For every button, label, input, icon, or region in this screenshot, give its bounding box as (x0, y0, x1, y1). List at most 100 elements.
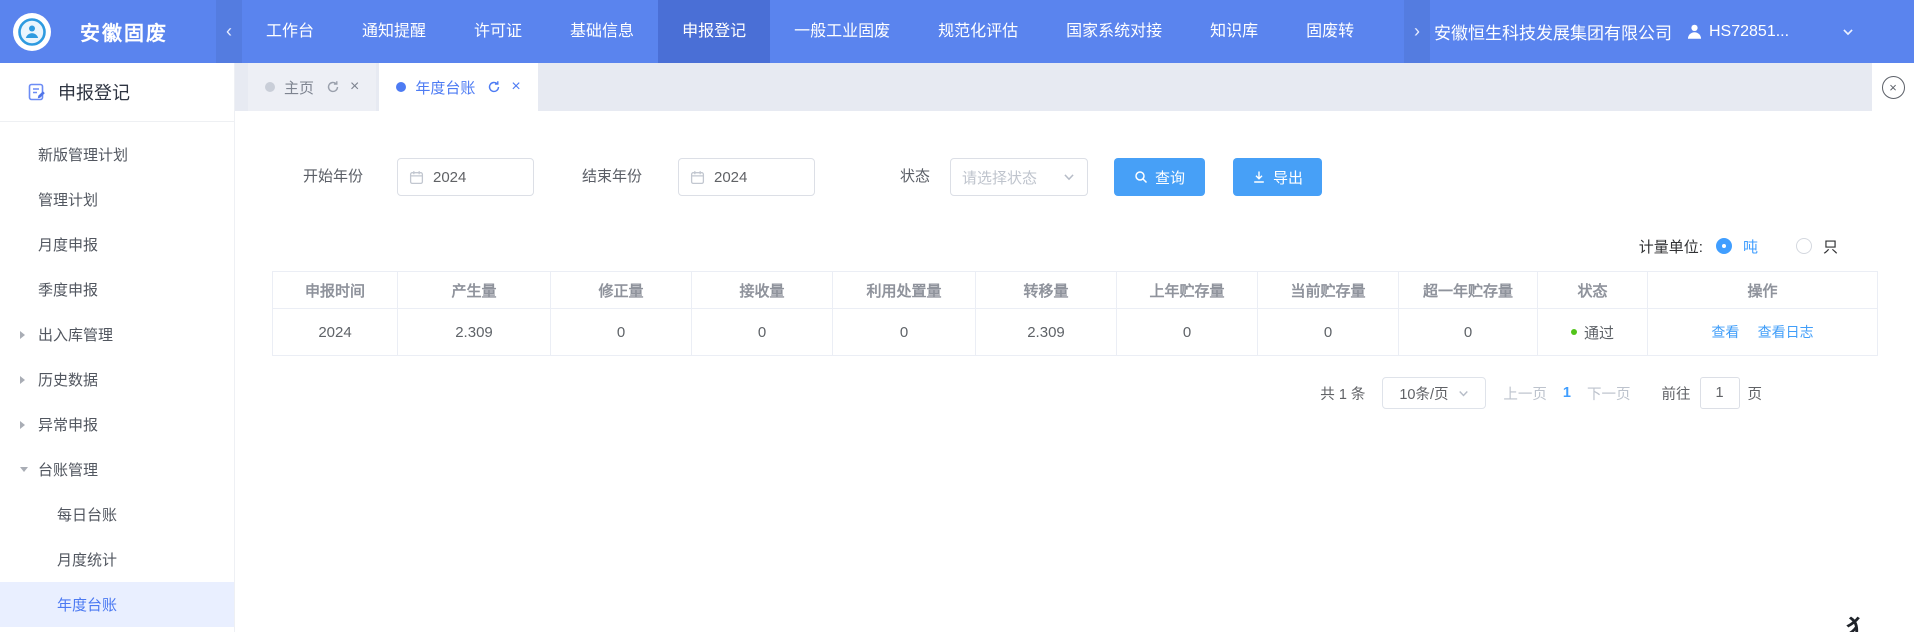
cell-prev-year-storage: 0 (1117, 309, 1258, 356)
start-year-input[interactable]: 2024 (397, 158, 534, 196)
col-transferred: 转移量 (976, 272, 1117, 309)
sidebar-item-monthly-declaration[interactable]: 月度申报 (0, 222, 234, 267)
sidebar-item-new-mgmt-plan[interactable]: 新版管理计划 (0, 132, 234, 177)
cell-declaration-time: 2024 (273, 309, 398, 356)
app-window: 安徽固废 ‹ 工作台 通知提醒 许可证 基础信息 申报登记 一般工业固废 规范化… (0, 0, 1914, 632)
close-icon[interactable]: × (511, 79, 520, 95)
tab-annual-ledger-label: 年度台账 (415, 77, 475, 98)
tab-status-dot (396, 82, 406, 92)
sidebar-item-history-data[interactable]: 历史数据 (0, 357, 234, 402)
menu-item-standard-assessment[interactable]: 规范化评估 (914, 0, 1042, 63)
unit-option-label: 吨 (1743, 236, 1758, 257)
chevron-down-icon (1062, 170, 1076, 184)
sidebar-item-daily-ledger[interactable]: 每日台账 (0, 492, 234, 537)
sidebar-title-label: 申报登记 (58, 79, 130, 105)
search-icon (1134, 170, 1148, 184)
col-declaration-time: 申报时间 (273, 272, 398, 309)
unit-radio-piece[interactable]: 只 (1796, 236, 1838, 257)
triangle-right-icon (20, 331, 25, 339)
sidebar-item-label: 出入库管理 (38, 324, 113, 345)
tab-home-label: 主页 (284, 77, 314, 98)
menu-item-national-system[interactable]: 国家系统对接 (1042, 0, 1186, 63)
close-all-tabs-button[interactable]: × (1872, 63, 1914, 111)
cell-over-one-year-storage: 0 (1399, 309, 1538, 356)
menu-item-knowledge-base[interactable]: 知识库 (1186, 0, 1282, 63)
sidebar-item-annual-ledger[interactable]: 年度台账 (0, 582, 234, 627)
sidebar-item-mgmt-plan[interactable]: 管理计划 (0, 177, 234, 222)
partial-floating-widget: 犭 (1846, 610, 1871, 632)
menu-item-general-industrial-waste[interactable]: 一般工业固废 (770, 0, 914, 63)
table-header-row: 申报时间 产生量 修正量 接收量 利用处置量 转移量 上年贮存量 当前贮存量 超… (273, 272, 1878, 309)
col-corrected: 修正量 (551, 272, 692, 309)
end-year-label: 结束年份 (582, 158, 642, 196)
menu-item-notifications[interactable]: 通知提醒 (338, 0, 450, 63)
cell-received: 0 (692, 309, 833, 356)
sidebar-item-monthly-stats[interactable]: 月度统计 (0, 537, 234, 582)
export-icon (1252, 170, 1266, 184)
sidebar-item-ledger-management[interactable]: 台账管理 (0, 447, 234, 492)
page-size-select[interactable]: 10条/页 (1382, 377, 1486, 409)
end-year-input[interactable]: 2024 (678, 158, 815, 196)
start-year-label: 开始年份 (303, 158, 363, 196)
tab-home[interactable]: 主页 × (248, 63, 376, 111)
sidebar-item-quarterly-declaration[interactable]: 季度申报 (0, 267, 234, 312)
sidebar-menu: 新版管理计划 管理计划 月度申报 季度申报 出入库管理 历史数据 异常申报 台账… (0, 122, 234, 627)
cell-current-storage: 0 (1258, 309, 1399, 356)
current-page-button[interactable]: 1 (1563, 385, 1571, 401)
annual-ledger-table: 申报时间 产生量 修正量 接收量 利用处置量 转移量 上年贮存量 当前贮存量 超… (272, 271, 1878, 356)
brand-title: 安徽固废 (80, 17, 168, 46)
tab-annual-ledger[interactable]: 年度台账 × (379, 63, 537, 111)
cell-utilized-disposed: 0 (833, 309, 976, 356)
radio-unselected-icon (1796, 238, 1812, 254)
nav-scroll-right-icon[interactable]: › (1404, 0, 1430, 63)
goto-page-input[interactable]: 1 (1700, 377, 1740, 409)
status-label: 状态 (900, 158, 930, 196)
refresh-icon[interactable] (487, 80, 501, 94)
sidebar-item-inout-warehouse[interactable]: 出入库管理 (0, 312, 234, 357)
table-row: 2024 2.309 0 0 0 2.309 0 0 0 通过 (273, 309, 1878, 356)
unit-label: 计量单位: (1639, 236, 1703, 257)
start-year-value: 2024 (433, 169, 466, 186)
main-menu: 工作台 通知提醒 许可证 基础信息 申报登记 一般工业固废 规范化评估 国家系统… (242, 0, 1404, 63)
circled-close-icon: × (1882, 76, 1905, 99)
search-button-label: 查询 (1155, 167, 1185, 188)
col-utilized-disposed: 利用处置量 (833, 272, 976, 309)
sidebar-title: 申报登记 (0, 63, 234, 122)
prev-page-button[interactable]: 上一页 (1503, 383, 1547, 404)
top-navbar: 安徽固废 ‹ 工作台 通知提醒 许可证 基础信息 申报登记 一般工业固废 规范化… (0, 0, 1914, 63)
nav-scroll-left-icon[interactable]: ‹ (216, 0, 242, 63)
status-select[interactable]: 请选择状态 (950, 158, 1088, 196)
search-button[interactable]: 查询 (1114, 158, 1205, 196)
status-green-dot-icon (1571, 329, 1577, 335)
triangle-right-icon (20, 376, 25, 384)
sidebar-item-abnormal-declaration[interactable]: 异常申报 (0, 402, 234, 447)
pagination: 共 1 条 10条/页 上一页 1 下一页 前往 1 页 (1320, 377, 1762, 409)
sidebar-item-label: 台账管理 (38, 459, 98, 480)
end-year-value: 2024 (714, 169, 747, 186)
sidebar-item-label: 历史数据 (38, 369, 98, 390)
cell-actions: 查看 查看日志 (1648, 309, 1878, 356)
menu-item-declaration[interactable]: 申报登记 (658, 0, 770, 63)
declaration-form-icon (27, 82, 47, 102)
tab-status-dot (265, 82, 275, 92)
menu-item-license[interactable]: 许可证 (450, 0, 546, 63)
company-name: 安徽恒生科技发展集团有限公司 (1434, 19, 1672, 44)
col-prev-year-storage: 上年贮存量 (1117, 272, 1258, 309)
user-menu-chevron-icon[interactable] (1841, 25, 1855, 39)
sidebar: 申报登记 新版管理计划 管理计划 月度申报 季度申报 出入库管理 历史数据 异常… (0, 63, 235, 632)
menu-item-workbench[interactable]: 工作台 (242, 0, 338, 63)
refresh-icon[interactable] (326, 80, 340, 94)
export-button[interactable]: 导出 (1233, 158, 1322, 196)
menu-item-waste-transfer[interactable]: 固废转 (1282, 0, 1378, 63)
close-icon[interactable]: × (350, 79, 359, 95)
unit-option-label: 只 (1823, 236, 1838, 257)
menu-item-basic-info[interactable]: 基础信息 (546, 0, 658, 63)
col-received: 接收量 (692, 272, 833, 309)
view-log-link[interactable]: 查看日志 (1758, 324, 1814, 340)
view-link[interactable]: 查看 (1711, 324, 1739, 340)
next-page-button[interactable]: 下一页 (1587, 383, 1631, 404)
user-icon (1686, 23, 1703, 40)
col-generated: 产生量 (398, 272, 551, 309)
username[interactable]: HS72851... (1709, 23, 1789, 41)
unit-radio-ton[interactable]: 吨 (1716, 236, 1758, 257)
